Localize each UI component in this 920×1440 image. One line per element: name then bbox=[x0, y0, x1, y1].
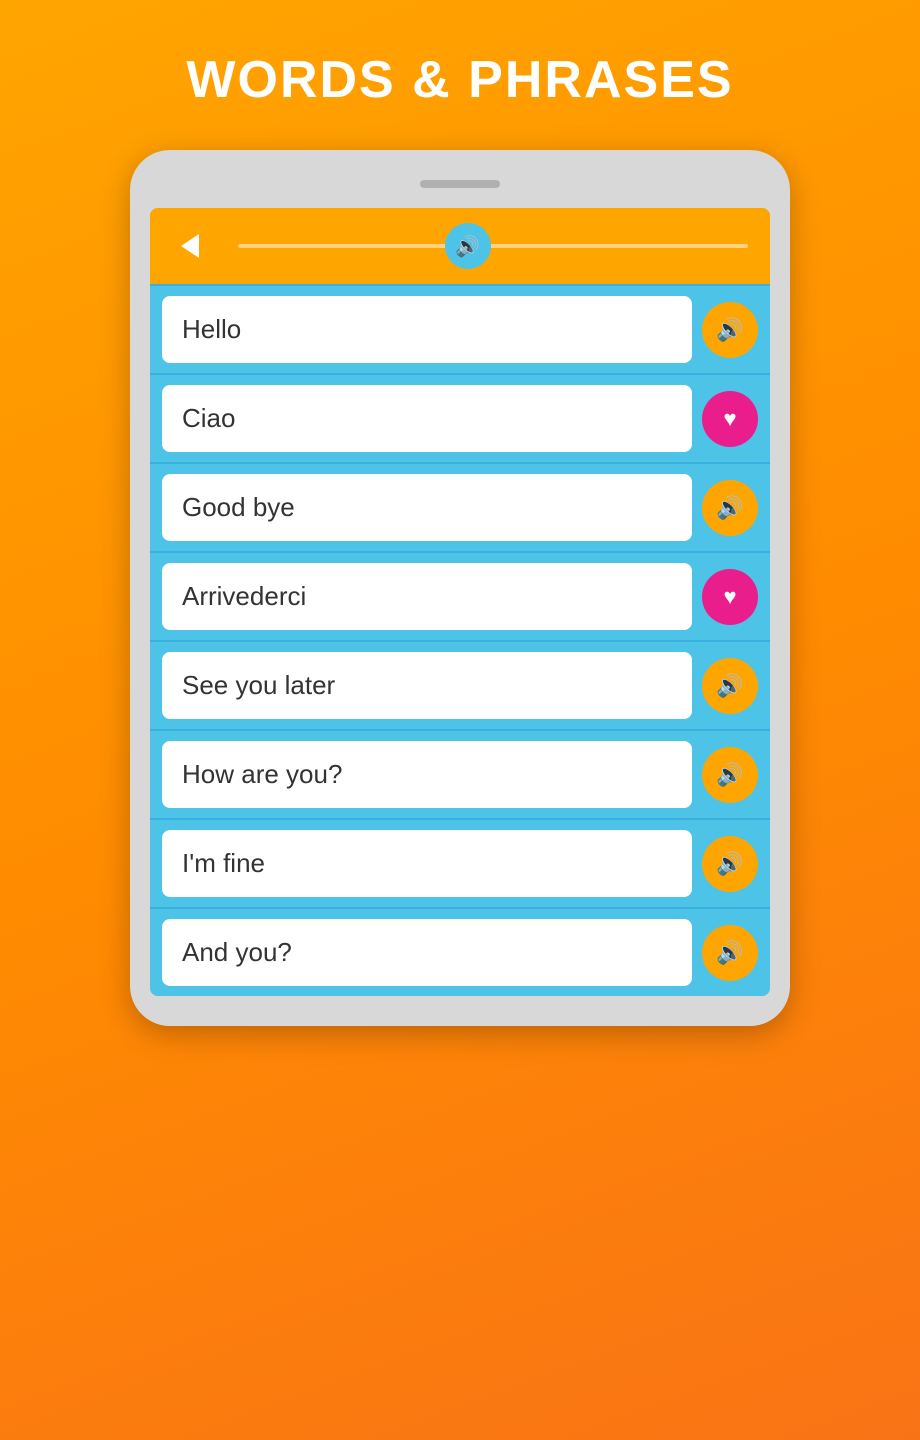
word-row: Good bye 🔊 bbox=[150, 462, 770, 551]
sound-button[interactable]: 🔊 bbox=[702, 925, 758, 981]
word-row: How are you? 🔊 bbox=[150, 729, 770, 818]
word-text: Arrivederci bbox=[162, 563, 692, 630]
speaker-icon: 🔊 bbox=[716, 940, 743, 966]
speaker-icon: 🔊 bbox=[455, 234, 480, 259]
heart-icon: ♥ bbox=[723, 584, 736, 610]
word-row: Arrivederci ♥ bbox=[150, 551, 770, 640]
heart-button[interactable]: ♥ bbox=[702, 391, 758, 447]
word-text: And you? bbox=[162, 919, 692, 986]
speaker-icon: 🔊 bbox=[716, 317, 743, 343]
back-button[interactable] bbox=[162, 218, 218, 274]
sound-button[interactable]: 🔊 bbox=[702, 480, 758, 536]
word-row: I'm fine 🔊 bbox=[150, 818, 770, 907]
word-row: Ciao ♥ bbox=[150, 373, 770, 462]
word-text: How are you? bbox=[162, 741, 692, 808]
word-row: And you? 🔊 bbox=[150, 907, 770, 996]
speaker-icon: 🔊 bbox=[716, 762, 743, 788]
sound-button[interactable]: 🔊 bbox=[702, 658, 758, 714]
word-text: Ciao bbox=[162, 385, 692, 452]
word-text: Good bye bbox=[162, 474, 692, 541]
slider-line: 🔊 bbox=[238, 244, 748, 248]
sound-button[interactable]: 🔊 bbox=[702, 747, 758, 803]
sound-button[interactable]: 🔊 bbox=[702, 836, 758, 892]
sound-button[interactable]: 🔊 bbox=[702, 302, 758, 358]
word-row: See you later 🔊 bbox=[150, 640, 770, 729]
word-text: I'm fine bbox=[162, 830, 692, 897]
tablet-notch bbox=[420, 180, 500, 188]
speaker-icon: 🔊 bbox=[716, 851, 743, 877]
tablet-screen: 🔊 Hello 🔊 Ciao ♥ Good bye 🔊 Arrivederci ♥ See yo… bbox=[150, 208, 770, 996]
word-text: See you later bbox=[162, 652, 692, 719]
speaker-icon: 🔊 bbox=[716, 673, 743, 699]
word-row: Hello 🔊 bbox=[150, 284, 770, 373]
heart-icon: ♥ bbox=[723, 406, 736, 432]
speaker-icon: 🔊 bbox=[716, 495, 743, 521]
slider-thumb[interactable]: 🔊 bbox=[445, 223, 491, 269]
page-title: WORDS & PHRASES bbox=[186, 50, 733, 110]
word-list: Hello 🔊 Ciao ♥ Good bye 🔊 Arrivederci ♥ See you … bbox=[150, 284, 770, 996]
slider-track[interactable]: 🔊 bbox=[228, 218, 758, 274]
heart-button[interactable]: ♥ bbox=[702, 569, 758, 625]
word-text: Hello bbox=[162, 296, 692, 363]
top-bar: 🔊 bbox=[150, 208, 770, 284]
tablet-frame: 🔊 Hello 🔊 Ciao ♥ Good bye 🔊 Arrivederci ♥ See yo… bbox=[130, 150, 790, 1026]
